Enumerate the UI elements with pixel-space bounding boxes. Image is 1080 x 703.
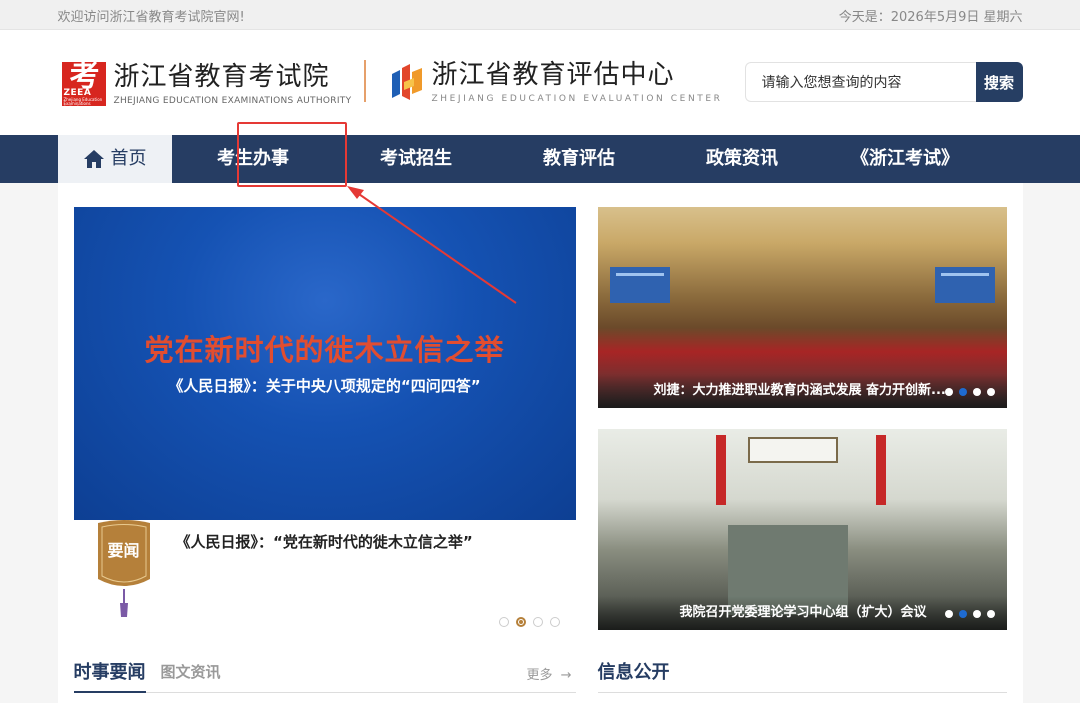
meeting-screen-right — [934, 267, 995, 303]
welcome-text: 欢迎访问浙江省教育考试院官网! — [57, 9, 245, 25]
search-box: 搜索 — [744, 62, 1023, 102]
slide-dot-active[interactable] — [515, 617, 526, 627]
zeea-logo[interactable]: 考 ZEEA Zhejiang Education Examinations A… — [61, 62, 352, 106]
hero-slide-dots — [498, 617, 560, 627]
nav-item-exams-admissions[interactable]: 考试招生 — [335, 135, 498, 183]
photo-dot-active[interactable] — [958, 388, 967, 396]
slide-dot[interactable] — [532, 617, 543, 627]
news-photo-1[interactable]: 刘捷：大力推进职业教育内涵式发展 奋力开创新... — [597, 207, 1007, 408]
annotation-highlight-box — [237, 122, 347, 187]
logo-divider — [363, 60, 366, 102]
hero-slide[interactable]: 党在新时代的徙木立信之举 《人民日报》：关于中央八项规定的“四问四答” — [73, 207, 576, 520]
news-more-link[interactable]: 更多 → — [527, 664, 572, 683]
nav-item-education-evaluation[interactable]: 教育评估 — [498, 135, 661, 183]
photo-dot[interactable] — [972, 610, 981, 618]
evaluation-center-icon — [391, 64, 422, 100]
nav-item-zhejiang-exams[interactable]: 《浙江考试》 — [824, 135, 987, 183]
meeting-screen-left — [609, 267, 670, 303]
news-section-subtitle[interactable]: 图文资讯 — [161, 661, 221, 682]
date-text: 今天是：2026年5月9日 星期六 — [838, 9, 1023, 25]
search-button[interactable]: 搜索 — [975, 62, 1023, 102]
hero-headline: 党在新时代的徙木立信之举 — [144, 333, 505, 367]
info-section-rule — [597, 692, 1007, 693]
hero-caption[interactable]: 《人民日报》：“党在新时代的徙木立信之举” — [176, 531, 473, 552]
zeea-name: 浙江省教育考试院 — [113, 62, 330, 92]
photo-dot-active[interactable] — [958, 610, 967, 618]
flag-left — [715, 435, 726, 505]
hero-subheadline: 《人民日报》：关于中央八项规定的“四问四答” — [168, 377, 481, 395]
arrow-right-icon: → — [560, 668, 572, 683]
nav-item-policy-news[interactable]: 政策资讯 — [661, 135, 824, 183]
top-bar: 欢迎访问浙江省教育考试院官网! 今天是：2026年5月9日 星期六 — [0, 0, 1080, 30]
news-photo-2[interactable]: 我院召开党委理论学习中心组（扩大）会议 — [597, 429, 1007, 630]
nav-item-home[interactable]: 首页 — [57, 135, 172, 183]
info-section-title[interactable]: 信息公开 — [598, 658, 670, 684]
photo-dot[interactable] — [944, 388, 953, 396]
nav-item-label: 首页 — [110, 148, 147, 169]
news-section-title[interactable]: 时事要闻 — [74, 658, 146, 684]
slide-dot[interactable] — [549, 617, 560, 627]
site-header: 考 ZEEA Zhejiang Education Examinations A… — [0, 30, 1080, 135]
wall-painting — [747, 437, 838, 463]
photo-dot[interactable] — [986, 610, 995, 618]
more-label: 更多 — [526, 668, 553, 683]
photo-2-dots — [944, 610, 995, 618]
photo-dot[interactable] — [972, 388, 981, 396]
evaluation-center-name-en: ZHEJIANG EDUCATION EVALUATION CENTER — [431, 94, 723, 104]
main-nav: 首页 考生办事 考试招生 教育评估 政策资讯 《浙江考试》 — [0, 135, 1080, 183]
home-icon — [83, 150, 104, 168]
news-section-rule-accent — [73, 691, 146, 693]
slide-dot[interactable] — [498, 617, 509, 627]
news-section-rule — [73, 692, 576, 693]
photo-1-dots — [944, 388, 995, 396]
evaluation-center-name: 浙江省教育评估中心 — [431, 60, 675, 90]
zeea-badge-icon: 考 ZEEA Zhejiang Education Examinations A… — [61, 62, 106, 106]
flag-right — [875, 435, 886, 505]
search-input[interactable] — [744, 62, 976, 102]
photo-dot[interactable] — [944, 610, 953, 618]
important-news-badge-label: 要闻 — [107, 541, 140, 560]
zeea-name-en: ZHEJIANG EDUCATION EXAMINATIONS AUTHORIT… — [113, 96, 352, 106]
evaluation-center-logo[interactable]: 浙江省教育评估中心 ZHEJIANG EDUCATION EVALUATION … — [390, 60, 723, 104]
important-news-badge-icon — [97, 520, 150, 617]
photo-dot[interactable] — [986, 388, 995, 396]
main-content: 党在新时代的徙木立信之举 《人民日报》：关于中央八项规定的“四问四答” 要闻 《… — [57, 183, 1023, 703]
